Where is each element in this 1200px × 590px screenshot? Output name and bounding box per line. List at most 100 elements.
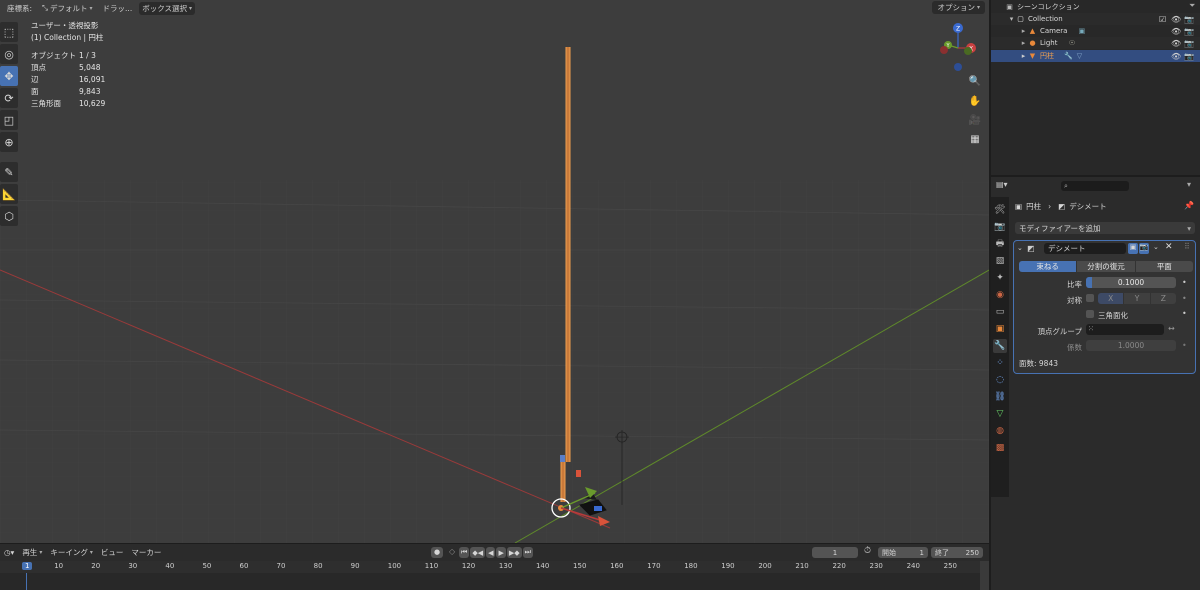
start-frame-field[interactable]: 開始 1 xyxy=(878,547,928,558)
play-button[interactable]: ▶ xyxy=(496,547,506,558)
constraints-tab[interactable]: ⛓ xyxy=(993,390,1007,404)
drag-dropdown[interactable]: ドラッ... xyxy=(100,2,136,15)
cursor-tool[interactable]: ◎ xyxy=(0,44,18,64)
axis-y-tab[interactable]: Y xyxy=(1124,293,1150,304)
texture-tab[interactable]: ▩ xyxy=(993,441,1007,455)
end-frame-field[interactable]: 終了 250 xyxy=(931,547,983,558)
jump-start-button[interactable]: ⏮ xyxy=(459,547,470,558)
collapse-chevron-icon[interactable]: ⌄ xyxy=(1017,244,1023,252)
view-menu[interactable]: ビュー xyxy=(97,547,128,558)
stopwatch-icon[interactable]: ⏱ xyxy=(864,546,871,556)
collapse-mode-tab[interactable]: 束ねる xyxy=(1019,261,1077,272)
annotate-tool[interactable]: ✎ xyxy=(0,162,18,182)
outliner-scene-collection[interactable]: ▣ シーンコレクション xyxy=(991,1,1200,13)
eye-icon[interactable]: 👁 xyxy=(1171,15,1181,24)
camera-view-button[interactable]: 🎥 xyxy=(968,113,982,127)
timeline-scrollbar[interactable] xyxy=(980,561,989,590)
zoom-button[interactable]: 🔍 xyxy=(968,74,982,88)
options-dropdown[interactable]: オプション ▾ xyxy=(932,1,985,14)
invert-arrows-icon[interactable]: ↔ xyxy=(1168,324,1175,333)
marker-menu[interactable]: マーカー xyxy=(127,547,165,558)
render-camera-icon[interactable]: 📷 xyxy=(1184,52,1194,61)
render-camera-icon[interactable]: 📷 xyxy=(1184,39,1194,48)
3d-viewport[interactable]: 座標系: ⤡ デフォルト ▾ ドラッ... ボックス選択 ▾ オプション ▾ ⬚… xyxy=(0,0,989,543)
eye-icon[interactable]: 👁 xyxy=(1171,39,1181,48)
current-frame-field[interactable]: 1 xyxy=(812,547,858,558)
select-box-tool[interactable]: ⬚ xyxy=(0,22,18,42)
axis-x-tab[interactable]: X xyxy=(1098,293,1124,304)
edit-mode-toggle[interactable]: ▣ xyxy=(1128,243,1138,254)
render-camera-icon[interactable]: 📷 xyxy=(1184,27,1194,36)
eye-icon[interactable]: 👁 xyxy=(1171,52,1181,61)
chevron-down-icon[interactable]: ⌄ xyxy=(1153,243,1159,251)
editor-type-dropdown[interactable]: ◷▾ xyxy=(0,548,18,557)
navigation-gizmo[interactable]: Z X Y xyxy=(936,20,980,74)
timeline-ruler[interactable]: 1 10 20 30 40 50 60 70 80 90 100 110 120 130 140 150 160… xyxy=(0,561,989,590)
symmetry-checkbox[interactable] xyxy=(1086,294,1094,302)
axis-z-tab[interactable]: Z xyxy=(1150,293,1176,304)
physics-tab[interactable]: ◌ xyxy=(993,373,1007,387)
collection-tab[interactable]: ▭ xyxy=(993,305,1007,319)
planar-mode-tab[interactable]: 平面 xyxy=(1135,261,1193,272)
editor-type-dropdown[interactable]: ▤▾ xyxy=(996,180,1008,189)
data-tab[interactable]: ▽ xyxy=(993,407,1007,421)
checkbox-icon[interactable]: ☑ xyxy=(1159,15,1166,24)
vertex-group-field[interactable]: ⁙ xyxy=(1086,324,1164,335)
ortho-toggle-button[interactable]: ▦ xyxy=(968,132,982,146)
keyframe-dot-icon[interactable]: • xyxy=(1182,294,1187,303)
select-mode-dropdown[interactable]: ボックス選択 ▾ xyxy=(139,1,195,15)
drag-handle-icon[interactable]: ⠿ xyxy=(1184,242,1190,251)
scale-tool[interactable]: ◰ xyxy=(0,110,18,130)
keyframe-dot-icon[interactable]: • xyxy=(1182,341,1187,350)
ratio-slider[interactable]: 0.1000 xyxy=(1086,277,1176,288)
triangulate-checkbox[interactable] xyxy=(1086,310,1094,318)
modifier-tab[interactable]: 🔧 xyxy=(993,339,1007,353)
close-icon[interactable]: ✕ xyxy=(1165,242,1173,252)
render-tab[interactable]: 📷 xyxy=(993,220,1007,234)
output-tab[interactable]: 🖶 xyxy=(993,237,1007,251)
rotate-tool[interactable]: ⟳ xyxy=(0,88,18,108)
outliner-row-camera[interactable]: ▸ ▲ Camera ▣ 👁 📷 xyxy=(991,25,1200,37)
filter-icon[interactable]: ⏷ xyxy=(1189,1,1195,11)
auto-keying-toggle[interactable]: ● xyxy=(431,547,443,558)
add-cube-tool[interactable]: ⬡ xyxy=(0,206,18,226)
world-tab[interactable]: ◉ xyxy=(993,288,1007,302)
add-modifier-dropdown[interactable]: モディファイアーを追加 ▾ xyxy=(1015,222,1195,234)
modifier-name-field[interactable]: デシメート xyxy=(1044,243,1126,254)
orientation-dropdown[interactable]: ⤡ デフォルト ▾ xyxy=(39,2,96,15)
prev-keyframe-button[interactable]: ◆◀ xyxy=(470,547,486,558)
unsubdivide-mode-tab[interactable]: 分割の復元 xyxy=(1077,261,1135,272)
outliner-row-light[interactable]: ▸ ● Light ☉ 👁 📷 xyxy=(991,37,1200,49)
keyframe-dot-icon[interactable]: • xyxy=(1182,309,1187,318)
render-toggle[interactable]: 📷 xyxy=(1139,243,1149,254)
factor-slider[interactable]: 1.0000 xyxy=(1086,340,1176,351)
playback-menu[interactable]: 再生 ▾ xyxy=(18,547,46,558)
jump-end-button[interactable]: ⏭ xyxy=(522,547,533,558)
tool-tab[interactable]: 🛠 xyxy=(993,203,1007,217)
outliner-row-collection[interactable]: ▾ ▢ Collection ☑ 👁 📷 xyxy=(991,13,1200,25)
view-layer-tab[interactable]: ▧ xyxy=(993,254,1007,268)
transform-tool[interactable]: ⊕ xyxy=(0,132,18,152)
keying-menu[interactable]: キーイング ▾ xyxy=(46,547,97,558)
particles-tab[interactable]: ⁘ xyxy=(993,356,1007,370)
scene-tab[interactable]: ✦ xyxy=(993,271,1007,285)
outliner-row-cylinder[interactable]: ▸ ▼ 円柱 🔧 ▽ 👁 📷 xyxy=(991,50,1200,62)
play-reverse-button[interactable]: ◀ xyxy=(486,547,496,558)
pan-button[interactable]: ✋ xyxy=(968,94,982,108)
object-tab[interactable]: ▣ xyxy=(993,322,1007,336)
move-tool[interactable]: ✥ xyxy=(0,66,18,86)
properties-search-input[interactable]: ⌕ xyxy=(1061,181,1129,191)
keyframe-dot-icon[interactable]: • xyxy=(1182,278,1187,287)
next-keyframe-button[interactable]: ▶◆ xyxy=(506,547,522,558)
render-camera-icon[interactable]: 📷 xyxy=(1184,15,1194,24)
gizmo-neg-x[interactable] xyxy=(940,46,948,54)
playhead-line[interactable] xyxy=(26,573,27,590)
measure-tool[interactable]: 📐 xyxy=(0,184,18,204)
material-tab[interactable]: ◍ xyxy=(993,424,1007,438)
pin-icon[interactable]: 📌 xyxy=(1184,201,1194,210)
eye-icon[interactable]: 👁 xyxy=(1171,27,1181,36)
chevron-down-icon[interactable]: ▾ xyxy=(1187,180,1191,189)
gizmo-neg-z[interactable] xyxy=(954,63,962,71)
gizmo-neg-y[interactable] xyxy=(964,47,972,55)
frame-ruler[interactable]: 1 10 20 30 40 50 60 70 80 90 100 110 120 130 140 150 160… xyxy=(0,561,980,573)
